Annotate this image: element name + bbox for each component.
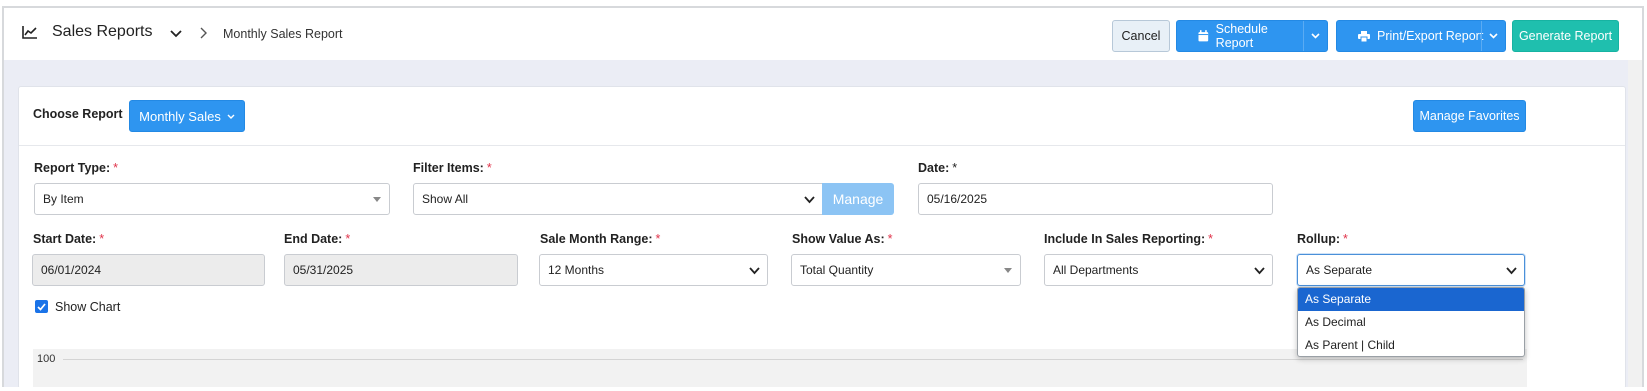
rollup-label-text: Rollup: [1297, 232, 1341, 246]
choose-report-value: Monthly Sales [139, 108, 221, 124]
start-date-label-text: Start Date: [33, 232, 97, 246]
chart-y-tick: 100 [37, 353, 56, 365]
page-scrollbar[interactable] [1628, 60, 1642, 387]
date-value: 05/16/2025 [927, 192, 988, 206]
caret-down-icon [1004, 268, 1012, 273]
print-export-dropdown-toggle[interactable] [1481, 21, 1505, 51]
show-value-as-select[interactable]: Total Quantity [791, 254, 1021, 286]
report-window: Sales Reports Monthly Sales Report Cance… [2, 6, 1644, 387]
required-marker: * [345, 232, 351, 246]
show-chart-checkbox[interactable] [35, 300, 48, 313]
breadcrumb-current: Monthly Sales Report [223, 27, 343, 41]
check-icon [37, 302, 46, 311]
report-type-label-text: Report Type: [34, 161, 111, 175]
print-export-label: Print/Export Report [1377, 29, 1484, 43]
top-bar: Sales Reports Monthly Sales Report Cance… [4, 8, 1642, 60]
rollup-option[interactable]: As Parent | Child [1298, 334, 1524, 356]
required-marker: * [952, 161, 958, 175]
end-date-input[interactable]: 05/31/2025 [284, 254, 518, 286]
sale-month-range-label: Sale Month Range: * [540, 232, 660, 246]
print-export-button[interactable]: Print/Export Report [1336, 20, 1506, 52]
chevron-down-icon [804, 196, 815, 204]
chevron-down-icon [227, 114, 235, 119]
start-date-label: Start Date: * [33, 232, 104, 246]
report-type-label: Report Type: * [34, 161, 118, 175]
chart-gridline [63, 359, 1523, 360]
required-marker: * [99, 232, 105, 246]
start-date-input[interactable]: 06/01/2024 [32, 254, 265, 286]
chevron-down-icon [1311, 33, 1320, 39]
generate-report-button[interactable]: Generate Report [1512, 20, 1619, 52]
chevron-down-icon [1254, 267, 1265, 275]
rollup-option[interactable]: As Separate [1298, 288, 1524, 311]
required-marker: * [1208, 232, 1214, 246]
required-marker: * [1343, 232, 1348, 246]
cancel-button[interactable]: Cancel [1112, 20, 1170, 52]
show-value-as-value: Total Quantity [800, 263, 874, 277]
choose-report-dropdown[interactable]: Monthly Sales [129, 100, 245, 132]
date-input[interactable]: 05/16/2025 [918, 183, 1273, 215]
start-date-value: 06/01/2024 [41, 263, 102, 277]
sale-month-range-value: 12 Months [548, 263, 605, 277]
printer-icon [1358, 30, 1370, 42]
rollup-dropdown-list: As Separate As Decimal As Parent | Child [1297, 287, 1525, 357]
manage-favorites-button[interactable]: Manage Favorites [1413, 100, 1526, 132]
include-in-sales-value: All Departments [1053, 263, 1139, 277]
chevron-down-icon [1489, 33, 1498, 39]
report-type-select[interactable]: By Item [34, 183, 390, 215]
include-in-sales-select[interactable]: All Departments [1044, 254, 1273, 286]
report-type-value: By Item [43, 192, 84, 206]
end-date-label-text: End Date: [284, 232, 343, 246]
caret-down-icon [373, 197, 381, 202]
chevron-right-icon [200, 27, 207, 39]
rollup-label: Rollup: * [1297, 232, 1348, 246]
include-in-sales-label: Include In Sales Reporting: * [1044, 232, 1213, 246]
required-marker: * [113, 161, 119, 175]
divider [19, 145, 1625, 146]
sale-month-range-label-text: Sale Month Range: [540, 232, 653, 246]
show-value-as-label: Show Value As: * [792, 232, 893, 246]
schedule-report-label: Schedule Report [1215, 22, 1268, 50]
end-date-label: End Date: * [284, 232, 350, 246]
choose-report-label: Choose Report [33, 107, 123, 121]
date-label-text: Date: [918, 161, 950, 175]
calendar-icon [1198, 30, 1209, 42]
schedule-report-dropdown-toggle[interactable] [1303, 21, 1327, 51]
rollup-option[interactable]: As Decimal [1298, 311, 1524, 334]
rollup-select[interactable]: As Separate [1297, 254, 1525, 286]
sale-month-range-select[interactable]: 12 Months [539, 254, 768, 286]
filter-items-value: Show All [422, 192, 469, 206]
show-value-as-label-text: Show Value As: [792, 232, 885, 246]
schedule-report-button[interactable]: Schedule Report [1176, 20, 1328, 52]
include-in-sales-label-text: Include In Sales Reporting: [1044, 232, 1206, 246]
required-marker: * [486, 161, 492, 175]
end-date-value: 05/31/2025 [293, 263, 354, 277]
required-marker: * [655, 232, 661, 246]
required-marker: * [887, 232, 893, 246]
report-options-card: Choose Report Monthly Sales Manage Favor… [18, 86, 1626, 387]
filter-items-label-text: Filter Items: [413, 161, 484, 175]
manage-filter-button[interactable]: Manage [822, 183, 894, 215]
filter-items-label: Filter Items: * [413, 161, 492, 175]
show-chart-label[interactable]: Show Chart [55, 300, 120, 314]
chevron-down-icon [749, 267, 760, 275]
chevron-down-icon [1506, 267, 1517, 275]
app-title[interactable]: Sales Reports [52, 23, 153, 41]
filter-items-select[interactable]: Show All [413, 183, 823, 215]
chevron-down-icon[interactable] [170, 30, 182, 38]
line-chart-icon [22, 26, 37, 39]
date-label: Date: * [918, 161, 957, 175]
rollup-value: As Separate [1306, 263, 1373, 277]
